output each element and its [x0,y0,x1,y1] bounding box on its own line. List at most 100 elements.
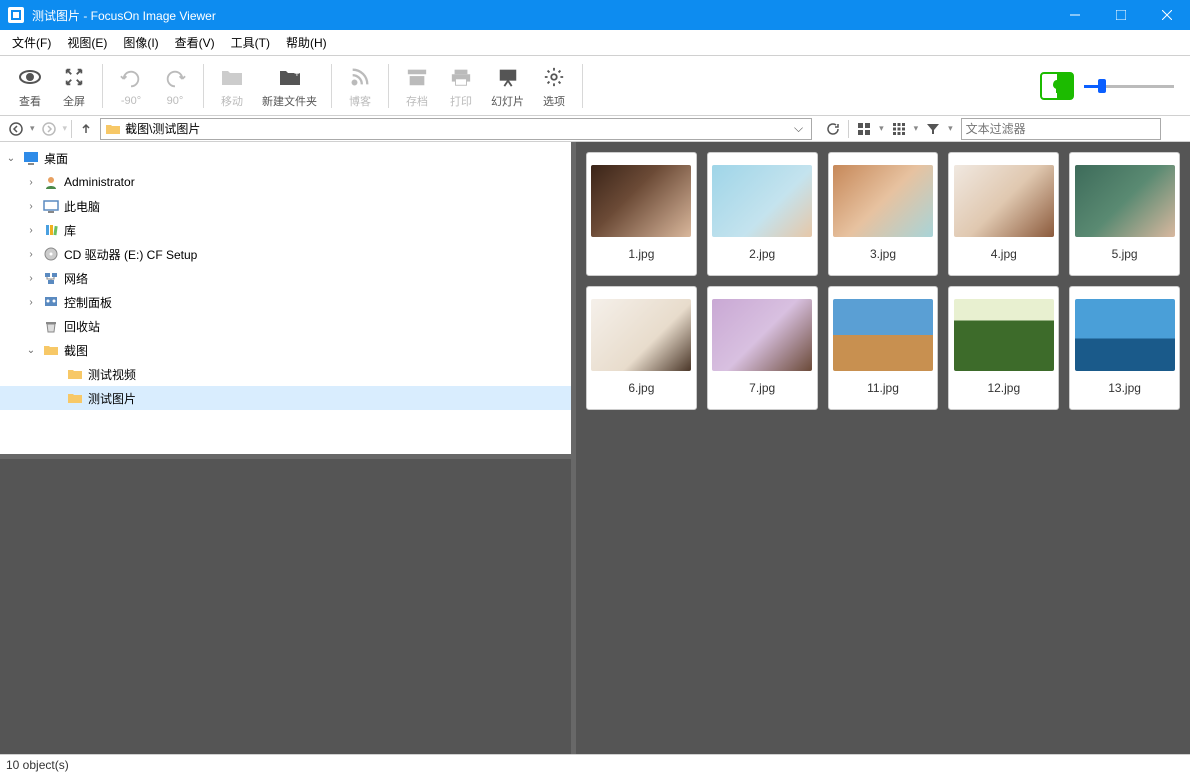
compare-icon[interactable] [1040,72,1074,100]
filter-box[interactable] [961,118,1161,140]
svg-text:+: + [294,69,300,80]
thumbnail-label: 1.jpg [628,237,654,267]
toolbar-separator [582,64,583,108]
folder-plus-icon: + [276,63,304,91]
rotate-left-button[interactable]: -90° [109,61,153,111]
main-area: ⌄ 桌面 › Administrator › 此电脑 › 库 › [0,142,1190,754]
print-button[interactable]: 打印 [439,59,483,113]
expander-icon[interactable]: › [24,249,38,260]
tree-item-admin[interactable]: › Administrator [0,170,571,194]
thumbnail-item[interactable]: 2.jpg [707,152,818,276]
filter-input[interactable] [962,119,1160,139]
toolbar-separator [102,64,103,108]
address-input[interactable] [125,122,790,136]
thumbnail-image [1075,299,1175,371]
refresh-button[interactable] [822,119,844,139]
folder-tree[interactable]: ⌄ 桌面 › Administrator › 此电脑 › 库 › [0,142,571,454]
print-icon [447,63,475,91]
thumbnail-image [591,299,691,371]
close-button[interactable] [1144,0,1190,30]
pc-icon [42,198,60,214]
nav-forward-button[interactable] [39,119,59,139]
thumbnail-item[interactable]: 12.jpg [948,286,1059,410]
new-folder-button[interactable]: + 新建文件夹 [254,59,325,113]
thumbnail-label: 4.jpg [991,237,1017,267]
thumbnail-label: 5.jpg [1112,237,1138,267]
thumbnail-item[interactable]: 1.jpg [586,152,697,276]
user-icon [42,174,60,190]
toolbar: 查看 全屏 -90° 90° 移动 + 新建文件夹 博客 存档 打印 幻灯片 [0,56,1190,116]
rotate-left-icon [117,65,145,93]
tree-item-testvideo[interactable]: › 测试视频 [0,362,571,386]
filter-button[interactable] [922,119,944,139]
expander-icon[interactable]: ⌄ [24,345,38,356]
slideshow-button[interactable]: 幻灯片 [483,59,532,113]
archive-icon [403,63,431,91]
fullscreen-button[interactable]: 全屏 [52,59,96,113]
tree-item-thispc[interactable]: › 此电脑 [0,194,571,218]
tree-item-network[interactable]: › 网络 [0,266,571,290]
menu-view[interactable]: 视图(E) [59,30,115,55]
thumbnail-item[interactable]: 11.jpg [828,286,939,410]
expander-icon[interactable]: › [24,273,38,284]
move-button[interactable]: 移动 [210,59,254,113]
thumbnail-image [833,299,933,371]
menu-file[interactable]: 文件(F) [4,30,59,55]
menu-tools[interactable]: 工具(T) [223,30,278,55]
slider-thumb[interactable] [1098,79,1106,93]
titlebar: 测试图片 - FocusOn Image Viewer [0,0,1190,30]
thumbnail-image [1075,165,1175,237]
menu-help[interactable]: 帮助(H) [278,30,335,55]
view-large-button[interactable] [853,119,875,139]
thumbnail-item[interactable]: 5.jpg [1069,152,1180,276]
status-count: 10 object(s) [6,758,69,772]
tree-item-recycle[interactable]: › 回收站 [0,314,571,338]
recycle-icon [42,318,60,334]
chevron-down-icon[interactable]: ⌵ [790,121,807,136]
thumbnail-label: 11.jpg [867,371,899,401]
thumbnail-label: 12.jpg [987,371,1020,401]
cd-icon [42,246,60,262]
archive-button[interactable]: 存档 [395,59,439,113]
tree-item-cddrive[interactable]: › CD 驱动器 (E:) CF Setup [0,242,571,266]
rss-icon [346,63,374,91]
view-button[interactable]: 查看 [8,59,52,113]
network-icon [42,270,60,286]
eye-icon [16,63,44,91]
nav-back-button[interactable] [6,119,26,139]
maximize-button[interactable] [1098,0,1144,30]
nav-up-button[interactable] [76,119,96,139]
thumbnail-pane[interactable]: 1.jpg 2.jpg 3.jpg 4.jpg 5.jpg 6.jpg7.jpg 11.jp… [576,142,1190,754]
view-small-button[interactable] [888,119,910,139]
folder-icon [66,390,84,406]
expander-icon[interactable]: › [24,201,38,212]
thumbnail-item[interactable]: 3.jpg [828,152,939,276]
thumbnail-image [712,299,812,371]
minimize-button[interactable] [1052,0,1098,30]
thumbnail-item[interactable]: 7.jpg [707,286,818,410]
expander-icon[interactable]: ⌄ [4,153,18,164]
thumbnail-item[interactable]: 6.jpg [586,286,697,410]
menu-look[interactable]: 查看(V) [167,30,223,55]
rotate-right-button[interactable]: 90° [153,61,197,111]
thumbnail-label: 3.jpg [870,237,896,267]
tree-item-library[interactable]: › 库 [0,218,571,242]
gear-icon [540,63,568,91]
tree-item-control[interactable]: › 控制面板 [0,290,571,314]
address-bar[interactable]: ⌵ [100,118,812,140]
tree-item-desktop[interactable]: ⌄ 桌面 [0,146,571,170]
statusbar: 10 object(s) [0,754,1190,774]
tree-item-screenshot[interactable]: ⌄ 截图 [0,338,571,362]
zoom-slider[interactable] [1084,76,1174,96]
tree-item-testimage[interactable]: › 测试图片 [0,386,571,410]
options-button[interactable]: 选项 [532,59,576,113]
thumbnail-label: 2.jpg [749,237,775,267]
expander-icon[interactable]: › [24,177,38,188]
expander-icon[interactable]: › [24,297,38,308]
menu-image[interactable]: 图像(I) [115,30,166,55]
blog-button[interactable]: 博客 [338,59,382,113]
toolbar-separator [203,64,204,108]
thumbnail-item[interactable]: 4.jpg [948,152,1059,276]
expander-icon[interactable]: › [24,225,38,236]
thumbnail-item[interactable]: 13.jpg [1069,286,1180,410]
